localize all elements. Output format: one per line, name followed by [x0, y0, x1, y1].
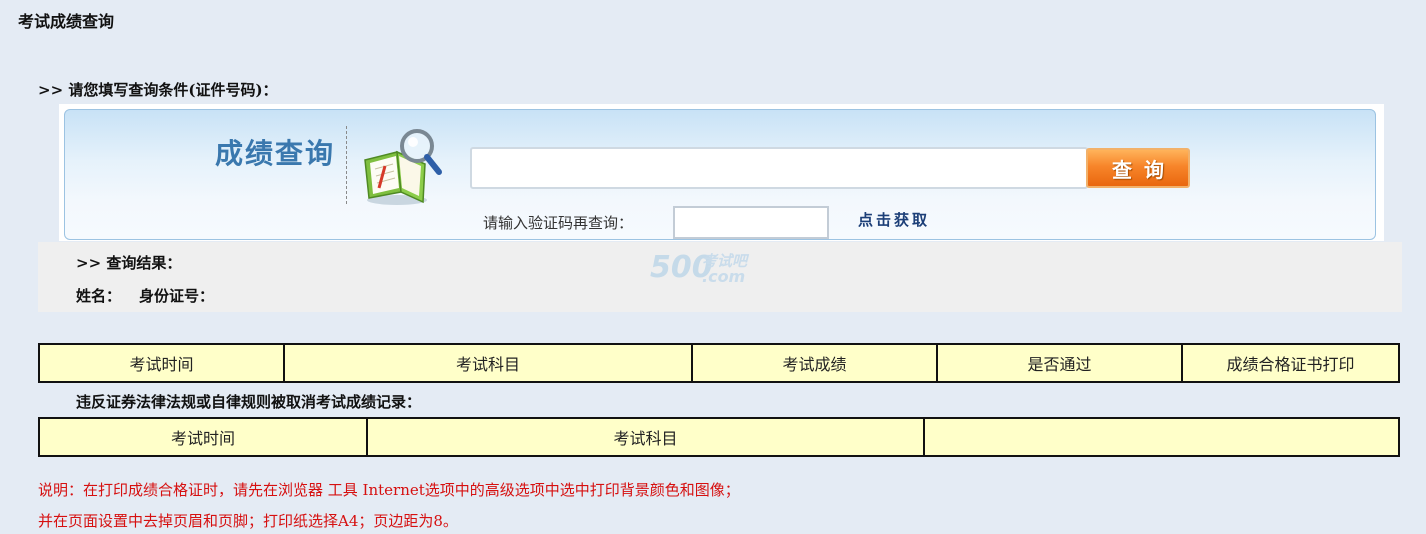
- table-header-cell: 考试科目: [366, 417, 925, 457]
- table-header-cell: 成绩合格证书打印: [1181, 343, 1400, 383]
- result-box: >> 查询结果： 姓名： 身份证号： 500 考试吧 .com: [38, 242, 1402, 312]
- watermark-logo: 500 考试吧 .com: [650, 248, 780, 288]
- table-header-cell: 考试时间: [38, 417, 368, 457]
- book-magnifier-icon: [364, 129, 442, 205]
- page-title: 考试成绩查询: [18, 12, 115, 31]
- print-note-line: 说明：在打印成绩合格证时，请先在浏览器 工具 Internet选项中的高级选项中…: [38, 481, 740, 499]
- table-header-cell: [923, 417, 1400, 457]
- query-button[interactable]: 查询: [1086, 148, 1190, 188]
- result-heading: >> 查询结果：: [76, 254, 182, 272]
- query-condition-heading: >> 请您填写查询条件(证件号码)：: [38, 81, 278, 99]
- search-panel: 成绩查询 查询 请输入验证码再查询： 点击获取: [59, 104, 1384, 241]
- id-number-input[interactable]: [470, 147, 1088, 189]
- captcha-input[interactable]: [673, 206, 829, 239]
- print-note-line: 并在页面设置中去掉页眉和页脚；打印纸选择A4；页边距为8。: [38, 512, 458, 530]
- table-header-cell: 考试科目: [283, 343, 693, 383]
- id-number-label: 身份证号：: [139, 287, 215, 305]
- result-info: 姓名： 身份证号：: [76, 285, 214, 306]
- score-table: 考试时间 考试科目 考试成绩 是否通过 成绩合格证书打印: [38, 343, 1400, 383]
- table-row: 考试时间 考试科目: [38, 417, 1400, 457]
- watermark-domain: .com: [702, 267, 746, 286]
- violation-table: 考试时间 考试科目: [38, 417, 1400, 457]
- panel-title: 成绩查询: [215, 137, 336, 170]
- table-header-cell: 考试成绩: [691, 343, 938, 383]
- table-header-cell: 考试时间: [38, 343, 285, 383]
- table-header-cell: 是否通过: [936, 343, 1183, 383]
- captcha-label: 请输入验证码再查询：: [483, 214, 634, 232]
- name-label: 姓名：: [76, 287, 122, 305]
- panel-divider: [346, 126, 347, 204]
- get-captcha-link[interactable]: 点击获取: [858, 209, 930, 230]
- table-row: 考试时间 考试科目 考试成绩 是否通过 成绩合格证书打印: [38, 343, 1400, 383]
- search-panel-inner: 成绩查询 查询 请输入验证码再查询： 点击获取: [64, 109, 1376, 240]
- violation-heading: 违反证券法律法规或自律规则被取消考试成绩记录：: [76, 393, 422, 411]
